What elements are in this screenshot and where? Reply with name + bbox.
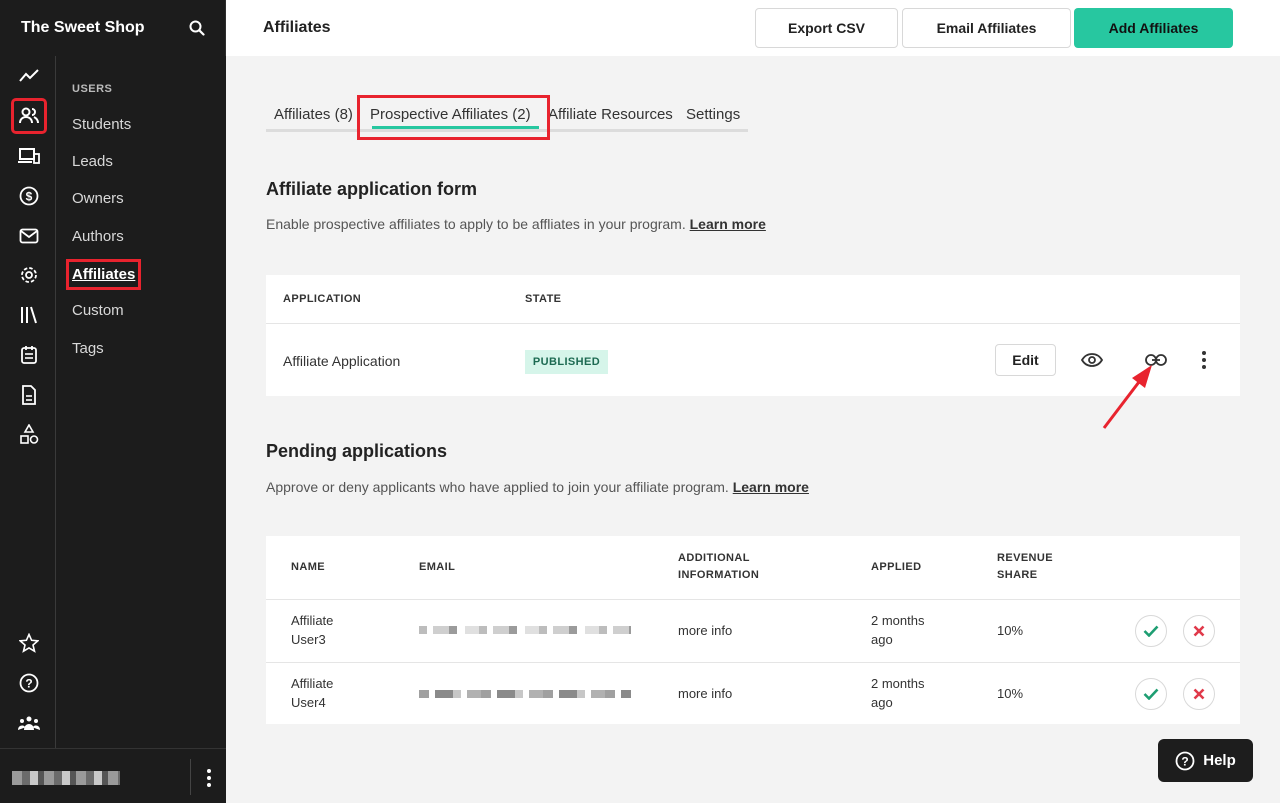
brand-bar: The Sweet Shop xyxy=(0,0,226,56)
column-header-application: APPLICATION xyxy=(283,293,362,305)
trend-icon[interactable] xyxy=(14,61,44,91)
application-form-table: APPLICATION STATE Affiliate Application … xyxy=(266,275,1240,396)
divider xyxy=(266,662,1240,663)
app-title[interactable]: The Sweet Shop xyxy=(0,19,177,37)
export-csv-button[interactable]: Export CSV xyxy=(755,8,898,48)
revenue-share: 10% xyxy=(997,623,1024,638)
form-section-description: Enable prospective affiliates to apply t… xyxy=(266,216,766,232)
settings-icon[interactable] xyxy=(14,260,44,290)
devices-icon[interactable] xyxy=(14,141,44,171)
tab-settings[interactable]: Settings xyxy=(686,106,740,123)
approve-check-icon[interactable] xyxy=(1135,678,1167,710)
dollar-icon[interactable]: $ xyxy=(14,181,44,211)
column-header-name: NAME xyxy=(291,561,325,573)
help-circle-icon[interactable]: ? xyxy=(14,668,44,698)
more-vertical-icon[interactable] xyxy=(1191,347,1217,373)
help-circle-icon: ? xyxy=(1175,751,1195,770)
email-redacted xyxy=(419,690,631,698)
learn-more-link[interactable]: Learn more xyxy=(733,479,809,495)
icon-rail: $ ? xyxy=(0,56,56,748)
applied-date: 2 months ago xyxy=(871,613,925,647)
approve-check-icon[interactable] xyxy=(1135,615,1167,647)
svg-text:?: ? xyxy=(25,677,32,691)
edit-button[interactable]: Edit xyxy=(995,344,1056,376)
user-bar xyxy=(0,748,226,803)
community-icon[interactable] xyxy=(14,708,44,738)
users-icon[interactable] xyxy=(11,98,47,134)
column-header-additional-information: ADDITIONAL INFORMATION xyxy=(678,552,760,581)
divider xyxy=(266,599,1240,600)
more-vertical-icon[interactable] xyxy=(196,761,222,795)
calendar-icon[interactable] xyxy=(14,340,44,370)
page-title: Affiliates xyxy=(263,19,331,36)
pending-section-title: Pending applications xyxy=(266,441,448,461)
applicant-name: Affiliate User4 xyxy=(291,676,334,710)
user-name-redacted[interactable] xyxy=(12,771,120,785)
column-header-revenue-share: REVENUE SHARE xyxy=(997,552,1053,581)
column-header-applied: APPLIED xyxy=(871,561,922,573)
svg-text:$: $ xyxy=(26,190,33,204)
divider xyxy=(190,759,191,795)
more-info-link[interactable]: more info xyxy=(678,621,732,640)
form-section-title: Affiliate application form xyxy=(266,179,478,199)
divider xyxy=(266,323,1240,324)
subnav-item-owners[interactable]: Owners xyxy=(72,190,124,207)
pending-section-description: Approve or deny applicants who have appl… xyxy=(266,479,809,495)
help-label: Help xyxy=(1203,752,1236,769)
tab-highlight-annotation xyxy=(357,95,550,140)
column-header-email: EMAIL xyxy=(419,561,456,573)
document-icon[interactable] xyxy=(14,380,44,410)
shapes-icon[interactable] xyxy=(14,420,44,450)
help-button[interactable]: ? Help xyxy=(1158,739,1253,782)
subnav-item-affiliates[interactable]: Affiliates xyxy=(65,259,142,290)
subnav-heading: USERS xyxy=(72,83,113,95)
library-icon[interactable] xyxy=(14,300,44,330)
add-affiliates-button[interactable]: Add Affiliates xyxy=(1074,8,1233,48)
search-icon[interactable] xyxy=(177,8,217,48)
pending-applications-table: NAME EMAIL ADDITIONAL INFORMATION APPLIE… xyxy=(266,536,1240,724)
users-subnav: USERS Students Leads Owners Authors Affi… xyxy=(56,56,226,748)
page-header: Affiliates Export CSV Email Affiliates A… xyxy=(226,0,1280,56)
subnav-item-students[interactable]: Students xyxy=(72,116,131,133)
subnav-item-leads[interactable]: Leads xyxy=(72,153,113,170)
deny-x-icon[interactable] xyxy=(1183,678,1215,710)
revenue-share: 10% xyxy=(997,686,1024,701)
learn-more-link[interactable]: Learn more xyxy=(690,216,766,232)
column-header-state: STATE xyxy=(525,293,562,305)
mail-icon[interactable] xyxy=(14,221,44,251)
subnav-item-custom[interactable]: Custom xyxy=(72,302,124,319)
applicant-name: Affiliate User3 xyxy=(291,613,334,647)
deny-x-icon[interactable] xyxy=(1183,615,1215,647)
subnav-item-authors[interactable]: Authors xyxy=(72,228,124,245)
svg-text:?: ? xyxy=(1182,754,1189,768)
email-redacted xyxy=(419,626,631,634)
applied-date: 2 months ago xyxy=(871,676,925,710)
subnav-item-tags[interactable]: Tags xyxy=(72,340,104,357)
star-icon[interactable] xyxy=(14,628,44,658)
application-name: Affiliate Application xyxy=(283,353,401,369)
annotation-arrow xyxy=(1102,365,1152,429)
tab-affiliates[interactable]: Affiliates (8) xyxy=(274,106,353,123)
email-affiliates-button[interactable]: Email Affiliates xyxy=(902,8,1071,48)
more-info-link[interactable]: more info xyxy=(678,684,732,703)
status-badge: PUBLISHED xyxy=(525,350,608,374)
tab-affiliate-resources[interactable]: Affiliate Resources xyxy=(548,106,673,123)
